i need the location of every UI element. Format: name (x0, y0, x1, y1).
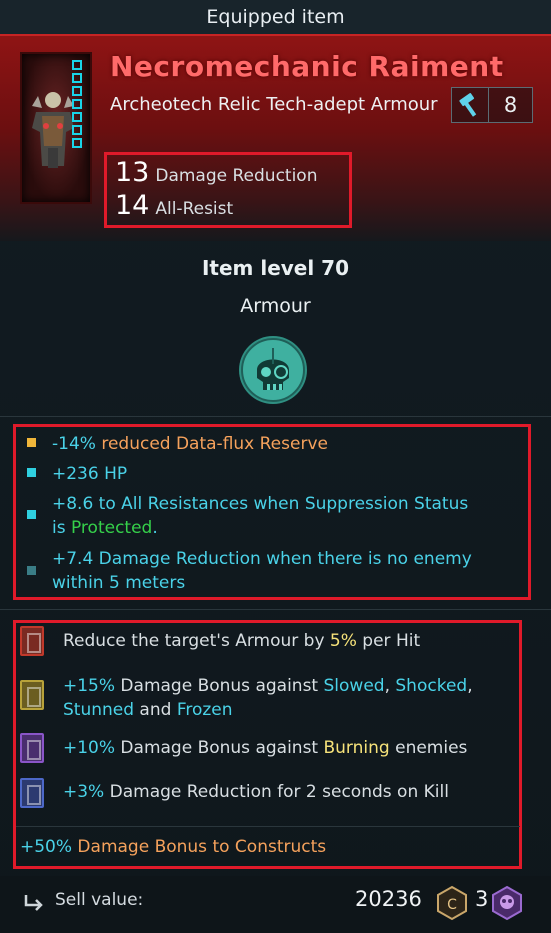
perk-line: +15% Damage Bonus against Slowed, Shocke… (63, 676, 473, 720)
bullet-icon (27, 468, 36, 477)
tech-level-badge: 8 (451, 87, 533, 123)
tier-indicators (72, 60, 84, 151)
panel-title: Equipped item (0, 0, 551, 34)
divider (0, 609, 551, 610)
svg-text:C: C (447, 897, 457, 913)
skull-gear-icon (239, 336, 307, 404)
attribute-line: +7.4 Damage Reduction when there is no e… (52, 549, 472, 593)
perk-line: +10% Damage Bonus against Burning enemie… (63, 738, 468, 758)
construct-bonus: +50% Damage Bonus to Constructs (20, 837, 327, 857)
attribute-line: -14% reduced Data-flux Reserve (52, 434, 328, 454)
tech-level-value: 8 (488, 88, 532, 122)
bullet-icon (27, 438, 36, 447)
attribute-line: +236 HP (52, 464, 128, 484)
bullet-icon (27, 510, 36, 519)
item-name: Necromechanic Raiment (110, 50, 504, 83)
perk-icon (20, 778, 44, 808)
item-subtitle: Archeotech Relic Tech-adept Armour (110, 94, 438, 115)
sell-label: Sell value: (55, 890, 144, 910)
stat-damage-reduction: 13 Damage Reduction (115, 157, 318, 188)
divider (0, 416, 551, 417)
sell-arrow-icon (24, 895, 43, 911)
stat-all-resist: 14 All-Resist (115, 190, 234, 221)
item-level: Item level 70 (201, 256, 350, 280)
perk-icon (20, 680, 44, 710)
sell-value: 20236 (355, 887, 422, 911)
perk-icon (20, 626, 44, 656)
credits-coin-icon: C (437, 885, 467, 921)
divider (16, 826, 520, 827)
armour-portrait-icon (20, 52, 92, 204)
perk-icon (20, 733, 44, 763)
perk-line: Reduce the target's Armour by 5% per Hit (63, 631, 421, 651)
footer: Sell value: 20236 C 3 (0, 876, 551, 933)
bullet-icon (27, 566, 36, 575)
base-stats-box: 13 Damage Reduction 14 All-Resist (104, 152, 352, 228)
item-tooltip-panel: Equipped item Necromechanic Raiment Arch… (0, 0, 551, 933)
gem-count: 3 (475, 887, 489, 911)
item-type: Armour (240, 295, 311, 317)
hammer-icon (452, 88, 488, 122)
skull-currency-icon (492, 885, 522, 921)
perk-line: +3% Damage Reduction for 2 seconds on Ki… (63, 782, 449, 802)
attribute-line: +8.6 to All Resistances when Suppression… (52, 494, 469, 538)
